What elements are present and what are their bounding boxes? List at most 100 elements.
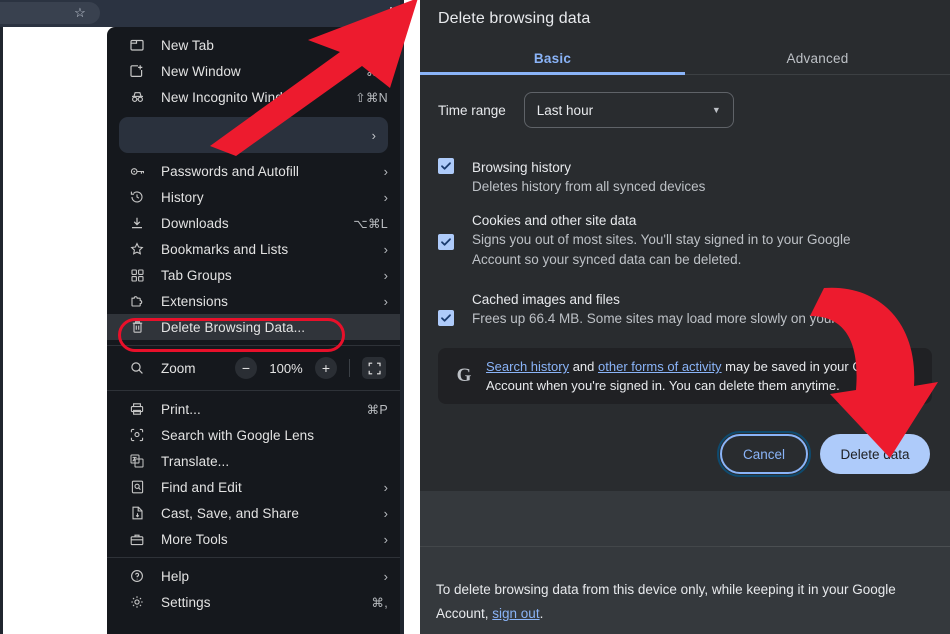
key-icon (127, 162, 147, 180)
time-range-group: Time range Last hour ▼ (438, 92, 734, 128)
new-window-icon (127, 62, 147, 80)
menu-item-label: Settings (161, 594, 211, 610)
menu-item-print[interactable]: Print... ⌘P (107, 396, 400, 422)
tab-groups-icon (127, 266, 147, 284)
chevron-right-icon: › (383, 505, 388, 521)
menu-item-accel: ⌘P (366, 402, 388, 417)
menu-item-translate[interactable]: Translate... (107, 448, 400, 474)
menu-item-accel: ⇧⌘N (355, 90, 388, 105)
option-browsing-history[interactable]: Browsing history Deletes history from al… (438, 158, 705, 197)
option-title: Cookies and other site data (472, 213, 637, 228)
menu-item-new-incognito-window[interactable]: New Incognito Window ⇧⌘N (107, 84, 400, 110)
chevron-right-icon: › (383, 241, 388, 257)
menu-item-label: Search with Google Lens (161, 427, 315, 443)
menu-item-bookmarks-and-lists[interactable]: Bookmarks and Lists › (107, 236, 400, 262)
search-history-link[interactable]: Search history (486, 359, 569, 374)
zoom-out-button[interactable]: − (235, 357, 257, 379)
menu-item-accel: ⌥⌘L (353, 216, 388, 231)
footer-divider-secondary (730, 546, 950, 547)
menu-item-label: Extensions (161, 293, 229, 309)
print-icon (127, 400, 147, 418)
option-cookies-and-other-site-data[interactable]: Cookies and other site data Signs you ou… (438, 211, 902, 270)
chevron-down-icon: ▼ (711, 105, 721, 115)
menu-item-label: New Window (161, 63, 241, 79)
menu-item-label: Bookmarks and Lists (161, 241, 289, 257)
menu-item-label: Cast, Save, and Share (161, 505, 299, 521)
menu-item-label: Tab Groups (161, 267, 232, 283)
history-icon (127, 188, 147, 206)
sign-out-link[interactable]: sign out (492, 606, 539, 621)
star-icon (127, 240, 147, 258)
menu-item-delete-browsing-data[interactable]: Delete Browsing Data... (107, 314, 400, 340)
find-edit-icon (127, 478, 147, 496)
extensions-icon (127, 292, 147, 310)
menu-item-label: Downloads (161, 215, 229, 231)
cancel-button[interactable]: Cancel (717, 431, 811, 477)
delete-data-button-label: Delete data (840, 446, 910, 462)
option-cached-images-and-files[interactable]: Cached images and files Frees up 66.4 MB… (438, 290, 932, 329)
trash-icon (127, 318, 147, 336)
other-forms-of-activity-link[interactable]: other forms of activity (598, 359, 722, 374)
chevron-right-icon: › (383, 568, 388, 584)
menu-item-label: Find and Edit (161, 479, 242, 495)
menu-item-label: Delete Browsing Data... (161, 319, 306, 335)
time-range-label: Time range (438, 102, 506, 118)
chevron-right-icon: › (371, 127, 376, 143)
three-dot-menu-icon[interactable] (384, 3, 398, 23)
option-title: Cached images and files (472, 292, 620, 307)
delete-browsing-data-dialog: Delete browsing data Basic Advanced Time… (420, 0, 950, 491)
tab-basic[interactable]: Basic (420, 42, 685, 75)
footer-text: To delete browsing data from this device… (436, 578, 936, 626)
address-bar[interactable]: ☆ (0, 2, 100, 24)
settings-gear-icon (127, 593, 147, 611)
menu-item-label: More Tools (161, 531, 228, 547)
menu-item-cast-save-and-share[interactable]: Cast, Save, and Share › (107, 500, 400, 526)
magnifier-icon (127, 361, 147, 375)
chevron-right-icon: › (383, 293, 388, 309)
zoom-level-value: 100% (269, 360, 303, 376)
checkbox-cached-images[interactable] (438, 310, 454, 326)
menu-divider (107, 345, 400, 346)
incognito-icon (127, 88, 147, 106)
option-title: Browsing history (472, 160, 572, 175)
star-outline-icon[interactable]: ☆ (72, 5, 88, 21)
menu-item-label: New Tab (161, 37, 214, 53)
fullscreen-icon[interactable] (362, 357, 386, 379)
cancel-button-label: Cancel (742, 446, 786, 462)
menu-item-history[interactable]: History › (107, 184, 400, 210)
delete-data-button[interactable]: Delete data (820, 434, 930, 474)
menu-item-more-tools[interactable]: More Tools › (107, 526, 400, 552)
menu-item-new-tab[interactable]: New Tab ⌘T (107, 32, 400, 58)
menu-item-label: Print... (161, 401, 201, 417)
menu-item-downloads[interactable]: Downloads ⌥⌘L (107, 210, 400, 236)
menu-item-passwords-and-autofill[interactable]: Passwords and Autofill › (107, 158, 400, 184)
help-icon (127, 567, 147, 585)
screenshot-root: ☆ New Tab ⌘T New Window ⌘N New Incognito… (0, 0, 950, 634)
profile-row[interactable]: › (119, 117, 388, 153)
dialog-actions: Cancel Delete data (717, 431, 930, 477)
option-description: Frees up 66.4 MB. Some sites may load mo… (472, 311, 896, 326)
menu-item-find-and-edit[interactable]: Find and Edit › (107, 474, 400, 500)
menu-item-extensions[interactable]: Extensions › (107, 288, 400, 314)
menu-item-help[interactable]: Help › (107, 563, 400, 589)
time-range-select[interactable]: Last hour ▼ (523, 92, 734, 128)
menu-item-accel: ⌘N (365, 64, 388, 79)
menu-zoom-row: Zoom − 100% + (107, 351, 400, 385)
checkbox-browsing-history[interactable] (438, 158, 454, 174)
zoom-in-button[interactable]: + (315, 357, 337, 379)
menu-item-tab-groups[interactable]: Tab Groups › (107, 262, 400, 288)
menu-item-accel: ⌘, (371, 595, 388, 610)
option-description: Signs you out of most sites. You'll stay… (472, 232, 851, 267)
dialog-tabs: Basic Advanced (420, 42, 950, 75)
menu-item-search-with-google-lens[interactable]: Search with Google Lens (107, 422, 400, 448)
google-g-icon: G (456, 365, 472, 386)
menu-item-settings[interactable]: Settings ⌘, (107, 589, 400, 615)
cast-icon (127, 504, 147, 522)
info-text: Search history and other forms of activi… (486, 357, 918, 395)
checkbox-cookies[interactable] (438, 234, 454, 250)
tab-advanced[interactable]: Advanced (685, 42, 950, 74)
option-description: Deletes history from all synced devices (472, 179, 706, 194)
menu-item-new-window[interactable]: New Window ⌘N (107, 58, 400, 84)
download-icon (127, 214, 147, 232)
chevron-right-icon: › (383, 531, 388, 547)
